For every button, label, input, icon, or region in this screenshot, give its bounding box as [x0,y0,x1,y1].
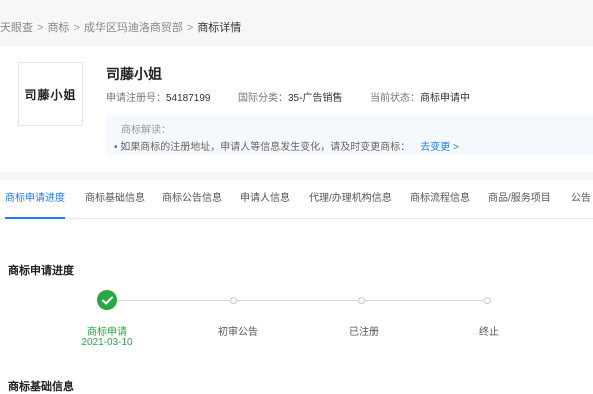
step-date-application: 2021-03-10 [81,337,133,348]
breadcrumb-current: 商标详情 [197,22,242,34]
breadcrumb: 天眼查 > 商标 > 成华区玛迪洛商贸部 > 商标详情 [0,19,241,35]
detail-tabs: 商标申请进度 商标基础信息 商标公告信息 申请人信息 代理/办理机构信息 商标流… [0,180,593,219]
step-pending-dot [484,297,491,304]
notice-title: 商标解读： [121,125,171,136]
step-label-terminated: 终止 [479,327,499,338]
step-pending-dot [358,297,365,304]
chevron-right-icon: > [186,22,194,34]
step-label-application: 商标申请 [87,327,127,338]
breadcrumb-link-company[interactable]: 成华区玛迪洛商贸部 [84,22,183,34]
current-status: 当前状态：商标申请中 [370,89,470,104]
change-trademark-link[interactable]: 去变更 > [420,142,459,153]
step-label-registered: 已注册 [349,327,379,338]
tab-process-info[interactable]: 商标流程信息 [410,180,470,218]
tab-agency-info[interactable]: 代理/办理机构信息 [309,180,392,218]
registration-number-label: 申请注册号： [106,93,166,104]
tab-announcement[interactable]: 公告 [571,180,591,218]
progress-track [117,300,484,301]
international-class-value: 35-广告销售 [288,93,343,104]
step-pending-dot [230,297,237,304]
chevron-right-icon: > [37,22,44,34]
international-class: 国际分类：35-广告销售 [238,89,342,104]
breadcrumb-link-home[interactable]: 天眼查 [0,22,33,34]
tab-application-progress[interactable]: 商标申请进度 [5,180,65,219]
step-label-preliminary: 初审公告 [218,327,258,338]
tab-applicant-info[interactable]: 申请人信息 [240,180,290,218]
progress-section-title: 商标申请进度 [8,265,74,277]
tab-basic-info[interactable]: 商标基础信息 [85,180,145,218]
registration-number: 申请注册号：54187199 [106,89,211,104]
basic-info-section-title: 商标基础信息 [8,381,74,393]
trademark-notice: 商标解读： • 如果商标的注册地址，申请人等信息发生变化，请及时变更商标： 去变更… [106,115,593,155]
step-completed-check-icon [97,290,117,310]
notice-text: • 如果商标的注册地址，申请人等信息发生变化，请及时变更商标： [114,142,411,153]
tab-goods-services[interactable]: 商品/服务项目 [488,180,551,218]
trademark-name: 司藤小姐 [106,66,162,82]
chevron-right-icon: > [73,22,80,34]
notice-body: • 如果商标的注册地址，申请人等信息发生变化，请及时变更商标： 去变更 > [114,138,459,153]
international-class-label: 国际分类： [238,93,288,104]
breadcrumb-link-trademark[interactable]: 商标 [47,22,69,34]
trademark-logo[interactable]: 司藤小姐 [18,62,83,126]
current-status-label: 当前状态： [370,93,420,104]
trademark-logo-text: 司藤小姐 [24,87,77,102]
registration-number-value: 54187199 [166,93,211,104]
current-status-value: 商标申请中 [420,93,470,104]
tab-announcement-info[interactable]: 商标公告信息 [162,180,222,218]
section-divider [0,172,593,180]
